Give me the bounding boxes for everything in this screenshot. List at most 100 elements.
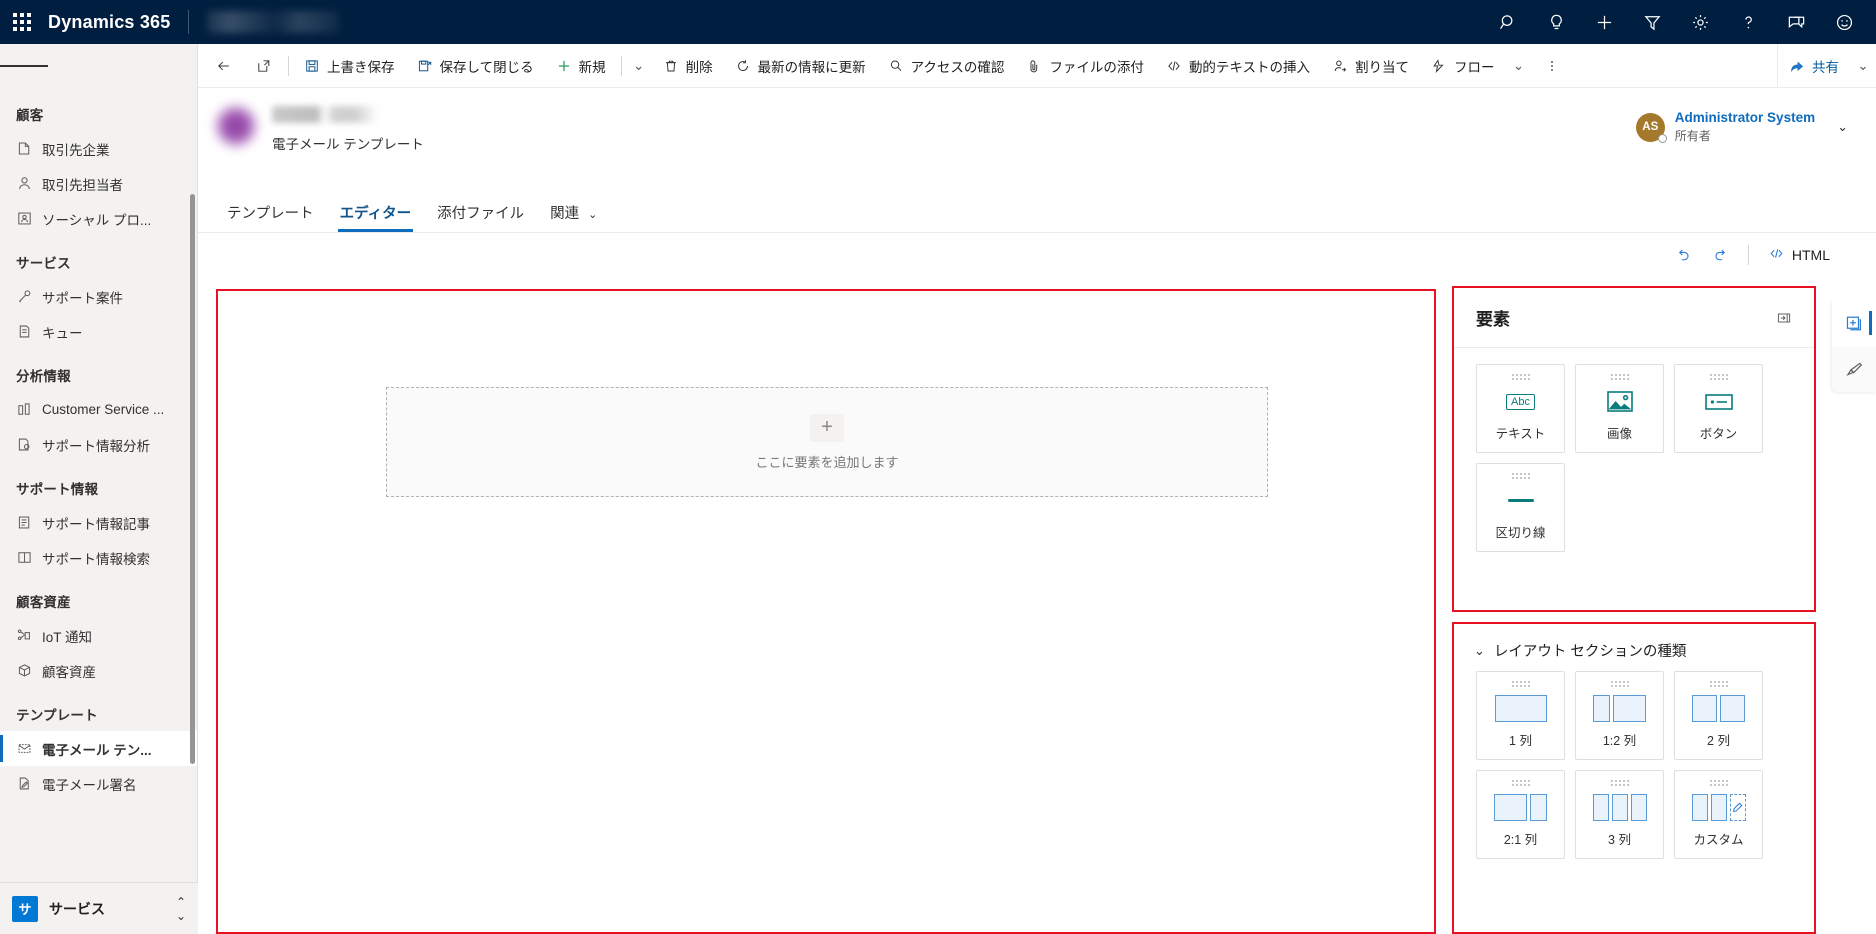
- command-label: 上書き保存: [327, 59, 395, 75]
- command-label: アクセスの確認: [910, 59, 1005, 75]
- search-icon[interactable]: [1484, 0, 1532, 44]
- undo-button[interactable]: [1665, 239, 1702, 271]
- more-options-icon[interactable]: [1532, 44, 1572, 88]
- save-button[interactable]: 上書き保存: [293, 44, 406, 88]
- app-name-blurred: [207, 11, 340, 33]
- command-label: 割り当て: [1355, 59, 1410, 75]
- smiley-icon[interactable]: [1820, 0, 1868, 44]
- elements-panel: 要素 Abc テキスト 画像 ボタン 区切り線: [1452, 286, 1816, 612]
- layout-card-label: 1:2 列: [1602, 734, 1637, 748]
- app-launcher-icon[interactable]: [0, 0, 44, 44]
- layout-custom-icon: [1691, 786, 1746, 829]
- sidebar-item-email-signatures[interactable]: 電子メール署名: [0, 766, 197, 801]
- layout-panel-header[interactable]: ⌄ レイアウト セクションの種類: [1454, 624, 1814, 665]
- gear-icon[interactable]: [1676, 0, 1724, 44]
- insert-dynamic-text-button[interactable]: 動的テキストの挿入: [1155, 44, 1321, 88]
- elements-panel-title: 要素: [1476, 310, 1510, 329]
- layout-card-2-1col[interactable]: 2:1 列: [1476, 770, 1565, 859]
- lightbulb-icon[interactable]: [1532, 0, 1580, 44]
- sidebar-group-title: 顧客: [16, 108, 44, 123]
- presence-indicator-icon: [1657, 133, 1667, 143]
- sidebar-item-queues[interactable]: キュー: [0, 314, 197, 349]
- record-subtitle: 電子メール テンプレート: [272, 137, 424, 152]
- chat-icon[interactable]: [1772, 0, 1820, 44]
- sidebar-item-label: サポート案件: [42, 290, 123, 306]
- collapse-panel-icon[interactable]: [1776, 310, 1792, 326]
- chevron-down-icon[interactable]: ⌄: [1837, 119, 1848, 135]
- owner-field[interactable]: AS Administrator System 所有者 ⌄: [1635, 110, 1848, 144]
- flow-chevron-down-icon[interactable]: ⌄: [1506, 44, 1532, 88]
- layout-card-1-2col[interactable]: 1:2 列: [1575, 671, 1664, 760]
- tab-editor[interactable]: エディター: [327, 202, 425, 232]
- filter-icon[interactable]: [1628, 0, 1676, 44]
- add-element-icon[interactable]: [1832, 300, 1876, 346]
- delete-button[interactable]: 削除: [652, 44, 724, 88]
- sidebar-item-knowledge-articles[interactable]: サポート情報記事: [0, 505, 197, 540]
- share-button[interactable]: 共有: [1778, 44, 1850, 88]
- hamburger-menu-icon[interactable]: [0, 44, 48, 88]
- save-and-close-button[interactable]: 保存して閉じる: [406, 44, 545, 88]
- tab-related[interactable]: 関連 ⌄: [537, 202, 610, 232]
- layout-sections-panel: ⌄ レイアウト セクションの種類 1 列 1:2 列 2 列 2:1 列 3 列: [1452, 622, 1816, 934]
- element-card-label: 区切り線: [1495, 526, 1546, 540]
- layout-card-3col[interactable]: 3 列: [1575, 770, 1664, 859]
- attach-file-button[interactable]: ファイルの添付: [1015, 44, 1155, 88]
- editor-toolbar: HTML: [198, 233, 1876, 277]
- layout-card-custom[interactable]: カスタム: [1674, 770, 1763, 859]
- sidebar-item-customer-service-insights[interactable]: Customer Service ...: [0, 392, 197, 427]
- command-label: 削除: [685, 59, 713, 75]
- element-card-text[interactable]: Abc テキスト: [1476, 364, 1565, 453]
- refresh-button[interactable]: 最新の情報に更新: [724, 44, 877, 88]
- sidebar-item-accounts[interactable]: 取引先企業: [0, 131, 197, 166]
- plus-icon[interactable]: [1580, 0, 1628, 44]
- sidebar-scrollbar[interactable]: [190, 194, 195, 764]
- question-icon[interactable]: [1724, 0, 1772, 44]
- redo-button[interactable]: [1702, 239, 1739, 271]
- sidebar-item-label: 顧客資産: [42, 664, 96, 680]
- divider-element-icon: [1507, 479, 1534, 522]
- new-button[interactable]: 新規: [545, 44, 617, 88]
- share-chevron-down-icon[interactable]: ⌄: [1850, 44, 1876, 88]
- sidebar-item-knowledge-analytics[interactable]: サポート情報分析: [0, 427, 197, 462]
- element-card-button[interactable]: ボタン: [1674, 364, 1763, 453]
- share-label: 共有: [1812, 59, 1839, 75]
- customer-asset-icon: [16, 662, 42, 679]
- flow-button[interactable]: フロー: [1420, 44, 1506, 88]
- check-access-button[interactable]: アクセスの確認: [877, 44, 1016, 88]
- layout-2col-icon: [1692, 687, 1745, 730]
- record-text: 電子メール テンプレート: [272, 104, 424, 153]
- owner-text: Administrator System 所有者: [1675, 110, 1815, 144]
- owner-name-link[interactable]: Administrator System: [1675, 110, 1815, 125]
- tab-attachments[interactable]: 添付ファイル: [424, 202, 537, 232]
- sidebar-item-contacts[interactable]: 取引先担当者: [0, 166, 197, 201]
- layout-card-1col[interactable]: 1 列: [1476, 671, 1565, 760]
- element-card-label: テキスト: [1495, 427, 1546, 441]
- sidebar-item-customer-assets[interactable]: 顧客資産: [0, 653, 197, 688]
- area-label: サービス: [49, 900, 105, 917]
- html-button[interactable]: HTML: [1758, 239, 1840, 271]
- tab-template[interactable]: テンプレート: [214, 202, 327, 232]
- back-arrow-icon[interactable]: [204, 44, 244, 88]
- sidebar-item-cases[interactable]: サポート案件: [0, 279, 197, 314]
- area-switcher[interactable]: サ サービス ⌃ ⌄: [0, 882, 198, 934]
- chevron-down-icon[interactable]: ⌄: [1474, 643, 1485, 659]
- sidebar-item-iot-alerts[interactable]: IoT 通知: [0, 618, 197, 653]
- email-canvas[interactable]: + ここに要素を追加します: [216, 289, 1436, 934]
- sidebar-item-email-templates[interactable]: 電子メール テン...: [0, 731, 197, 766]
- layout-card-list: 1 列 1:2 列 2 列 2:1 列 3 列 カスタム: [1454, 665, 1814, 875]
- canvas-dropzone[interactable]: + ここに要素を追加します: [386, 387, 1268, 497]
- element-card-divider[interactable]: 区切り線: [1476, 463, 1565, 552]
- accounts-icon: [16, 140, 42, 157]
- brush-icon[interactable]: [1832, 346, 1876, 392]
- layout-card-label: 2:1 列: [1503, 833, 1538, 847]
- sidebar-item-knowledge-search[interactable]: サポート情報検索: [0, 540, 197, 575]
- sidebar-item-social-profile[interactable]: ソーシャル プロ...: [0, 201, 197, 236]
- layout-1-2col-icon: [1593, 687, 1646, 730]
- new-chevron-down-icon[interactable]: ⌄: [626, 44, 652, 88]
- assign-button[interactable]: 割り当て: [1321, 44, 1420, 88]
- layout-card-label: 1 列: [1509, 734, 1532, 748]
- layout-card-2col[interactable]: 2 列: [1674, 671, 1763, 760]
- popout-icon[interactable]: [244, 44, 284, 88]
- element-card-image[interactable]: 画像: [1575, 364, 1664, 453]
- add-element-plus-button[interactable]: +: [810, 413, 844, 442]
